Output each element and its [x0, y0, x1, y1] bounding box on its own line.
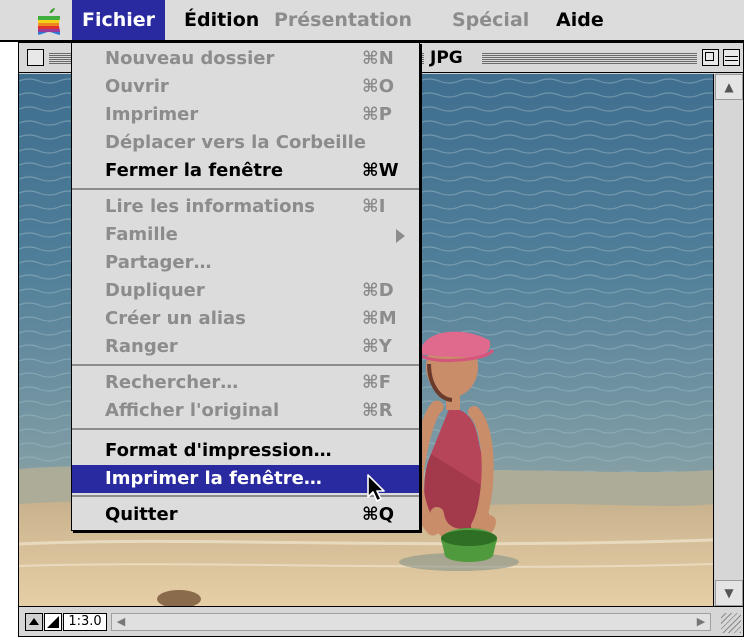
- menu-item-format-impression[interactable]: Format d'impression…: [72, 437, 419, 465]
- menu-item-lire-informations[interactable]: Lire les informations ⌘I: [72, 193, 419, 221]
- menu-separator: [72, 188, 419, 190]
- menu-item-imprimer[interactable]: Imprimer ⌘P: [72, 101, 419, 129]
- menu-item-shortcut: ⌘I: [362, 196, 386, 217]
- menu-item-label: Partager…: [105, 252, 212, 273]
- horizontal-controls: 1:3.0 ◀ ▶: [19, 606, 743, 636]
- menu-item-label: Imprimer la fenêtre…: [105, 468, 322, 489]
- menu-item-shortcut: ⌘Q: [362, 504, 395, 525]
- menu-item-label: Fermer la fenêtre: [105, 160, 284, 181]
- menu-item-afficher-original[interactable]: Afficher l'original ⌘R: [72, 397, 419, 425]
- scroll-right-arrow-icon[interactable]: ▶: [692, 614, 710, 630]
- menu-item-label: Ouvrir: [105, 76, 169, 97]
- menu-item-nouveau-dossier[interactable]: Nouveau dossier ⌘N: [72, 45, 419, 73]
- menu-aide[interactable]: Aide: [546, 0, 614, 40]
- fichier-menu: Nouveau dossier ⌘N Ouvrir ⌘O Imprimer ⌘P…: [71, 42, 420, 531]
- menu-item-label: Déplacer vers la Corbeille: [105, 132, 367, 153]
- menu-item-partager[interactable]: Partager…: [72, 249, 419, 277]
- menu-edition[interactable]: Édition: [174, 0, 269, 40]
- menu-item-shortcut: ⌘R: [362, 400, 393, 421]
- menu-item-label: Ranger: [105, 336, 178, 357]
- menu-item-rechercher[interactable]: Rechercher… ⌘F: [72, 369, 419, 397]
- window-title: JPG: [424, 46, 469, 70]
- menu-item-label: Imprimer: [105, 104, 199, 125]
- zoom-in-icon[interactable]: [44, 613, 62, 631]
- menu-bar: Fichier Édition Présentation Spécial Aid…: [0, 0, 744, 42]
- menu-item-label: Lire les informations: [105, 196, 315, 217]
- zoom-box-icon[interactable]: [702, 49, 719, 66]
- menu-item-label: Nouveau dossier: [105, 48, 275, 69]
- zoom-ratio-readout: 1:3.0: [63, 613, 107, 631]
- menu-separator: [72, 428, 419, 430]
- menu-item-shortcut: ⌘P: [362, 104, 392, 125]
- menu-item-shortcut: ⌘O: [362, 76, 395, 97]
- menu-item-label: Famille: [105, 224, 178, 245]
- menu-item-shortcut: ⌘F: [362, 372, 391, 393]
- menu-fichier[interactable]: Fichier: [72, 0, 166, 40]
- menu-item-label: Quitter: [105, 504, 178, 525]
- mouse-pointer-icon: [367, 474, 385, 502]
- menu-item-famille[interactable]: Famille: [72, 221, 419, 249]
- scroll-left-arrow-icon[interactable]: ◀: [112, 614, 130, 630]
- menu-item-fermer-fenetre[interactable]: Fermer la fenêtre ⌘W: [72, 157, 419, 185]
- menu-item-dupliquer[interactable]: Dupliquer ⌘D: [72, 277, 419, 305]
- close-box-icon[interactable]: [27, 49, 44, 66]
- menu-item-shortcut: ⌘N: [362, 48, 394, 69]
- menu-item-label: Afficher l'original: [105, 400, 280, 421]
- apple-menu-icon[interactable]: [36, 7, 62, 35]
- menu-item-label: Créer un alias: [105, 308, 246, 329]
- menu-item-creer-alias[interactable]: Créer un alias ⌘M: [72, 305, 419, 333]
- menu-special[interactable]: Spécial: [442, 0, 539, 40]
- menu-item-shortcut: ⌘D: [362, 280, 394, 301]
- menu-item-shortcut: ⌘W: [362, 160, 399, 181]
- menu-item-ranger[interactable]: Ranger ⌘Y: [72, 333, 419, 361]
- collapse-box-icon[interactable]: [723, 49, 740, 66]
- zoom-out-icon[interactable]: [25, 613, 43, 631]
- title-bar-stripes: [482, 52, 697, 65]
- scroll-down-arrow-icon[interactable]: ▼: [715, 580, 743, 606]
- scroll-up-arrow-icon[interactable]: ▲: [715, 74, 743, 100]
- submenu-arrow-icon: [396, 229, 405, 243]
- menu-item-shortcut: ⌘M: [362, 308, 397, 329]
- menu-item-quitter[interactable]: Quitter ⌘Q: [72, 501, 419, 529]
- resize-grow-box-icon[interactable]: [721, 613, 741, 633]
- vertical-scrollbar[interactable]: ▲ ▼: [715, 74, 743, 606]
- menu-item-deplacer-corbeille[interactable]: Déplacer vers la Corbeille: [72, 129, 419, 157]
- menu-item-shortcut: ⌘Y: [362, 336, 392, 357]
- menu-item-label: Dupliquer: [105, 280, 205, 301]
- menu-item-label: Format d'impression…: [105, 440, 332, 461]
- menu-item-ouvrir[interactable]: Ouvrir ⌘O: [72, 73, 419, 101]
- menu-separator: [72, 364, 419, 366]
- horizontal-scrollbar[interactable]: ◀ ▶: [111, 613, 711, 631]
- menu-presentation[interactable]: Présentation: [264, 0, 422, 40]
- menu-item-label: Rechercher…: [105, 372, 239, 393]
